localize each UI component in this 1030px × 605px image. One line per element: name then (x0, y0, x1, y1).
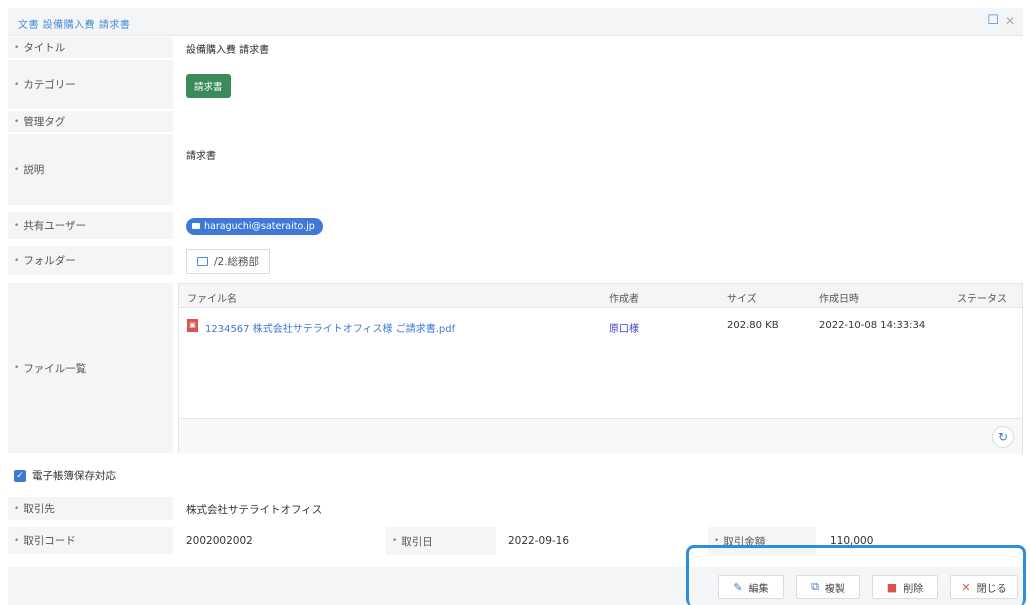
folder-icon (197, 256, 208, 266)
tag-row: 管理タグ (8, 111, 1023, 133)
close-icon[interactable]: ✕ (1005, 14, 1015, 28)
col-created: 作成日時 (819, 294, 859, 305)
refresh-icon[interactable]: ↻ (992, 426, 1014, 448)
maximize-icon[interactable]: ☐ (987, 13, 999, 28)
col-size: サイズ (727, 294, 757, 305)
shared-user-email: haraguchi@sateraito.jp (204, 220, 315, 232)
category-badge: 請求書 (186, 74, 231, 98)
memo-row: 説明 請求書 (8, 134, 1023, 206)
dialog-header: 文書 設備購入費 請求書 ☐ ✕ (8, 8, 1023, 36)
file-table-footer: ↻ (179, 418, 1022, 454)
file-table-header: ファイル名 作成者 サイズ 作成日時 ステータス (179, 284, 1022, 308)
col-status: ステータス (957, 294, 1007, 305)
code-value: 2002002002 (186, 535, 253, 547)
highlight-box (686, 545, 1026, 605)
category-label: カテゴリー (8, 60, 173, 110)
mail-icon (192, 223, 200, 229)
file-size: 202.80 KB (727, 320, 779, 331)
memo-label: 説明 (8, 134, 173, 206)
date-label: 取引日 (386, 527, 496, 555)
title-row: タイトル 設備購入費 請求書 (8, 37, 1023, 59)
date-value: 2022-09-16 (508, 535, 570, 547)
folder-row: フォルダー /2.総務部 (8, 246, 1023, 276)
file-author[interactable]: 原口様 (609, 320, 639, 335)
window-controls: ☐ ✕ (987, 13, 1015, 28)
files-label: ファイル一覧 (8, 283, 173, 454)
ebook-checkbox[interactable]: ✓ (14, 469, 26, 482)
file-created: 2022-10-08 14:33:34 (819, 320, 926, 331)
file-name-link[interactable]: 1234567 株式会社サテライトオフィス様 ご請求書.pdf (205, 320, 455, 335)
folder-path: /2.総務部 (214, 255, 260, 268)
code-label: 取引コード (8, 527, 173, 555)
category-value: 請求書 (186, 74, 231, 98)
table-row[interactable]: ▣ 1234567 株式会社サテライトオフィス様 ご請求書.pdf 原口様 20… (179, 314, 1022, 338)
partner-row: 取引先 株式会社サテライトオフィス (8, 497, 1023, 521)
shared-row: 共有ユーザー haraguchi@sateraito.jp (8, 212, 1023, 240)
memo-value: 請求書 (186, 150, 216, 162)
title-label: タイトル (8, 37, 173, 59)
category-row: カテゴリー 請求書 (8, 60, 1023, 110)
partner-label: 取引先 (8, 497, 173, 521)
breadcrumb: 文書 設備購入費 請求書 (18, 20, 131, 31)
title-value: 設備購入費 請求書 (186, 44, 270, 56)
tag-label: 管理タグ (8, 111, 173, 133)
col-author: 作成者 (609, 294, 639, 305)
shared-user-chip[interactable]: haraguchi@sateraito.jp (186, 217, 323, 235)
partner-value: 株式会社サテライトオフィス (186, 503, 323, 516)
folder-label: フォルダー (8, 246, 173, 276)
col-name: ファイル名 (187, 294, 237, 305)
folder-button[interactable]: /2.総務部 (186, 248, 271, 274)
shared-value: haraguchi@sateraito.jp (186, 216, 323, 236)
folder-value: /2.総務部 (186, 248, 271, 274)
shared-label: 共有ユーザー (8, 212, 173, 240)
pdf-icon: ▣ (187, 319, 198, 332)
ebook-row: ✓ 電子帳簿保存対応 (14, 468, 116, 483)
ebook-label: 電子帳簿保存対応 (32, 470, 116, 482)
file-table: ファイル名 作成者 サイズ 作成日時 ステータス ▣ 1234567 株式会社サ… (178, 283, 1023, 454)
